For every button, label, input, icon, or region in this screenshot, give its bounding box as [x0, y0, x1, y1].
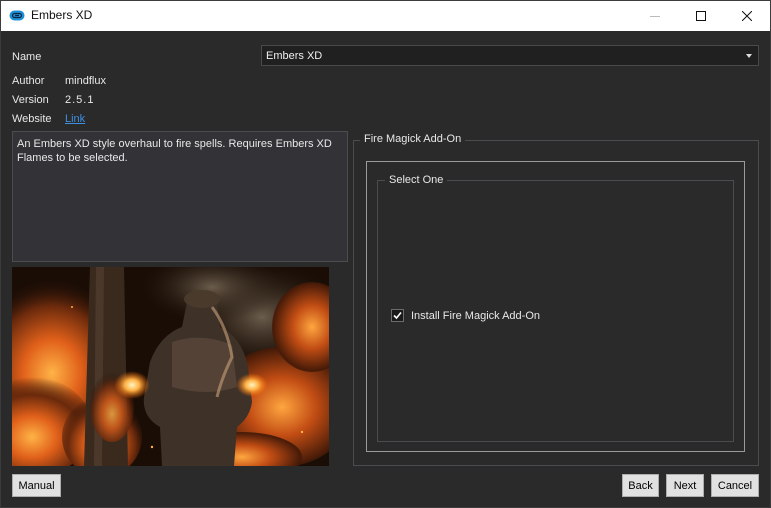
- close-button[interactable]: [724, 0, 770, 31]
- website-label: Website: [12, 113, 52, 125]
- cancel-button[interactable]: Cancel: [711, 474, 759, 497]
- next-button[interactable]: Next: [666, 474, 704, 497]
- title-bar: Embers XD: [0, 0, 771, 31]
- maximize-icon: [696, 10, 706, 21]
- fire-magick-group-title: Fire Magick Add-On: [360, 133, 466, 145]
- window-title: Embers XD: [31, 8, 93, 22]
- author-value: mindflux: [65, 75, 106, 87]
- install-fire-magick-label[interactable]: Install Fire Magick Add-On: [411, 310, 540, 322]
- version-label: Version: [12, 94, 49, 106]
- checkmark-icon: [393, 311, 402, 320]
- manual-button[interactable]: Manual: [12, 474, 61, 497]
- minimize-button[interactable]: [632, 0, 678, 31]
- version-value: 2.5.1: [65, 94, 95, 106]
- author-label: Author: [12, 75, 45, 87]
- name-label: Name: [12, 51, 42, 63]
- name-dropdown-value: Embers XD: [266, 50, 323, 62]
- back-button[interactable]: Back: [622, 474, 659, 497]
- install-fire-magick-checkbox[interactable]: [391, 309, 404, 322]
- select-one-group-title: Select One: [385, 174, 448, 186]
- preview-illustration: [12, 267, 329, 466]
- description-text: An Embers XD style overhaul to fire spel…: [17, 138, 332, 164]
- chevron-down-icon: [746, 54, 752, 58]
- close-icon: [742, 10, 752, 21]
- minimize-icon: [650, 15, 660, 17]
- website-link[interactable]: Link: [65, 113, 85, 125]
- fire-mage-casting-flames-image: [12, 267, 329, 466]
- maximize-button[interactable]: [678, 0, 724, 31]
- description-box[interactable]: An Embers XD style overhaul to fire spel…: [12, 131, 348, 262]
- name-dropdown[interactable]: Embers XD: [261, 45, 759, 66]
- link-cloud-icon: [9, 10, 25, 21]
